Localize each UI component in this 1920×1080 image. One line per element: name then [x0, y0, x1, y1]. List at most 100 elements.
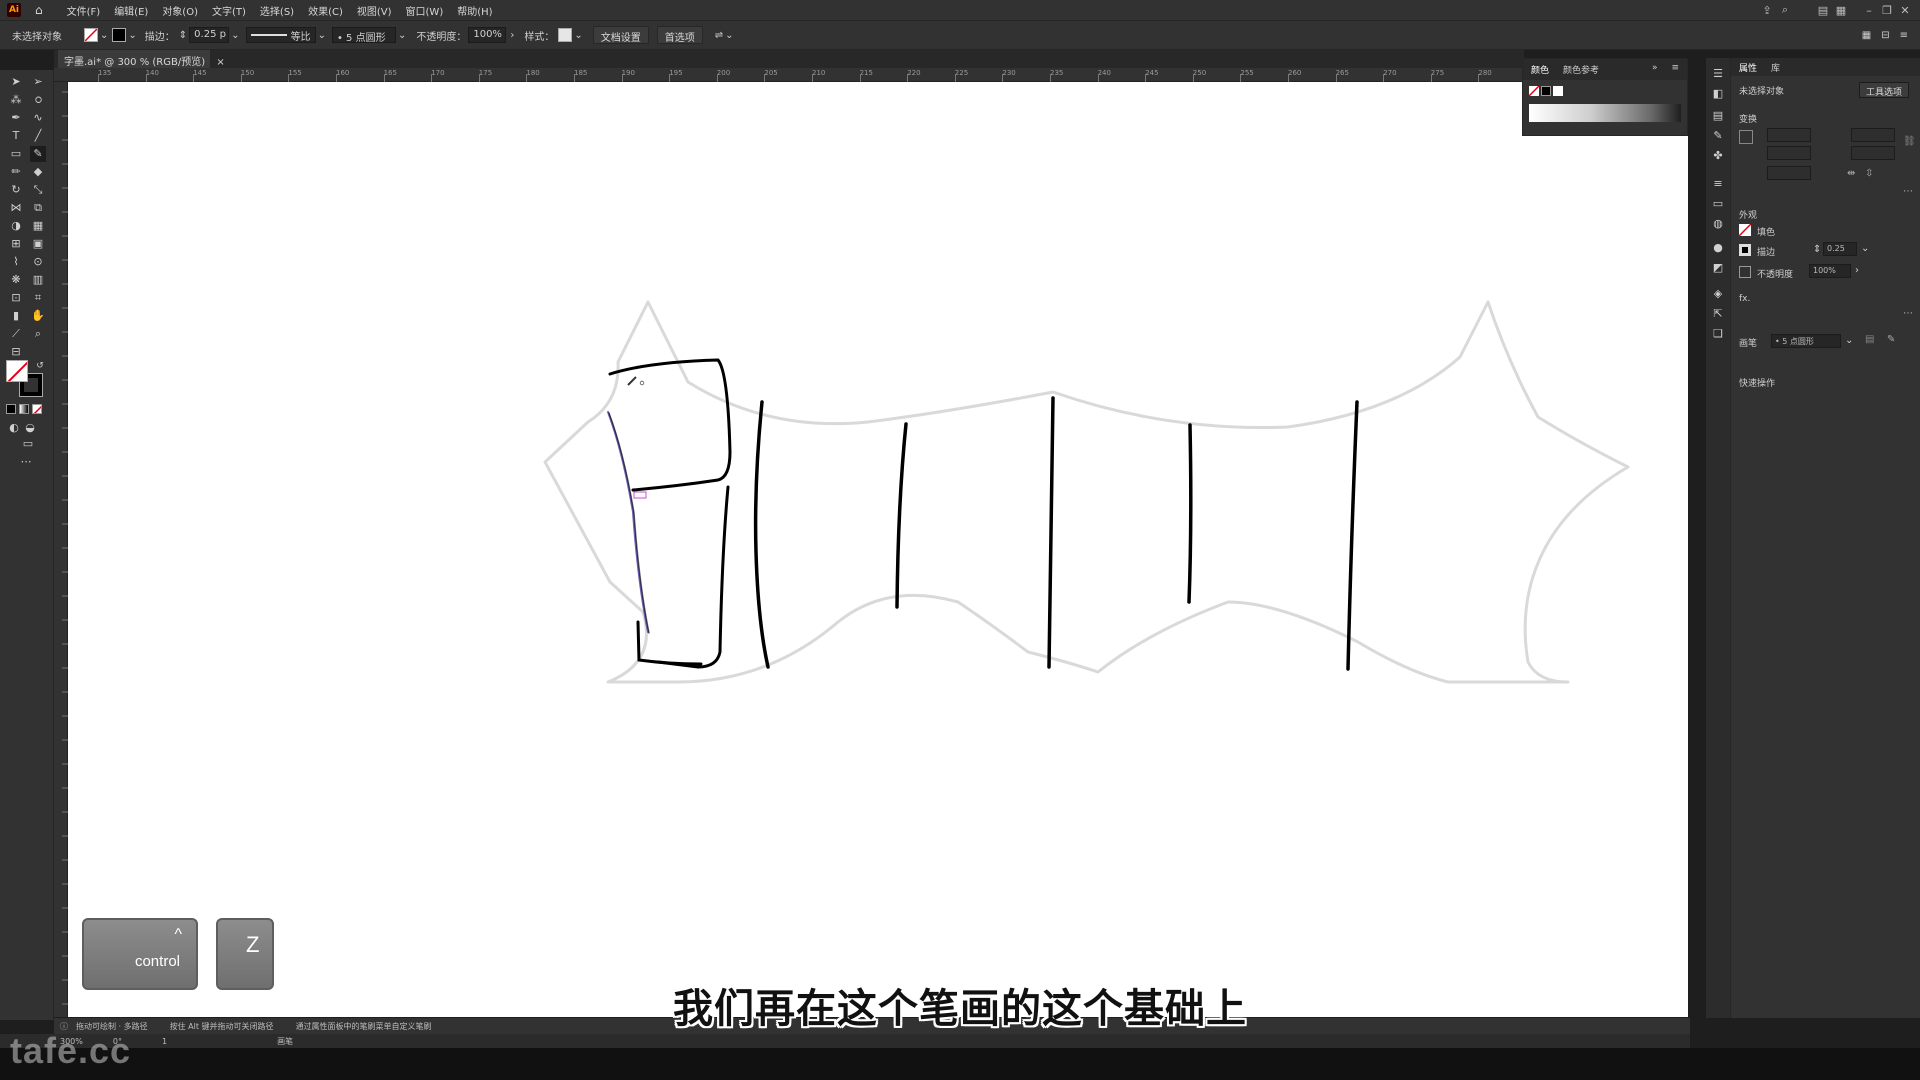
rotate-tool-icon[interactable]: ↻: [8, 182, 24, 198]
line-tool-icon[interactable]: ╱: [30, 128, 46, 144]
more-options-icon[interactable]: ⋯: [1903, 308, 1913, 319]
chevron-down-icon[interactable]: ⌄: [100, 30, 108, 41]
menu-select[interactable]: 选择(S): [260, 3, 294, 18]
chevron-right-icon[interactable]: ›: [1855, 265, 1859, 276]
eyedropper-tool-icon[interactable]: ⌇: [8, 254, 24, 270]
brush-options-icon[interactable]: ✎: [1887, 334, 1895, 345]
brushes-icon[interactable]: ✎: [1710, 128, 1726, 144]
symbols-icon[interactable]: ✤: [1710, 148, 1726, 164]
chevron-down-icon[interactable]: ⌄: [128, 30, 136, 41]
magic-wand-tool-icon[interactable]: ⁂: [8, 92, 24, 108]
hand-tool-icon[interactable]: ✋: [30, 308, 46, 324]
tab-properties[interactable]: 属性: [1739, 61, 1757, 74]
panel-toggle-icon[interactable]: ▦: [1862, 30, 1871, 41]
mesh-tool-icon[interactable]: ⊞: [8, 236, 24, 252]
x-field[interactable]: [1767, 128, 1811, 142]
more-options-icon[interactable]: ⋯: [1903, 186, 1913, 197]
arrange-documents-icon[interactable]: ⇌: [715, 30, 723, 41]
document-setup-button[interactable]: 文档设置: [592, 26, 649, 44]
workspace-icon[interactable]: ▦: [1832, 4, 1850, 17]
opacity-icon[interactable]: [1739, 266, 1751, 278]
grayscale-ramp[interactable]: [1529, 104, 1681, 122]
chevron-down-icon[interactable]: ⌄: [1861, 243, 1869, 254]
none-mode-icon[interactable]: [32, 404, 42, 414]
menu-help[interactable]: 帮助(H): [457, 3, 492, 18]
tool-options-button[interactable]: 工具选项: [1859, 82, 1910, 98]
width-tool-icon[interactable]: ⋈: [8, 200, 24, 216]
collapse-icon[interactable]: »: [1652, 63, 1658, 76]
properties-icon[interactable]: ☰: [1710, 66, 1726, 82]
stroke-weight-field[interactable]: 0.25: [1823, 242, 1857, 256]
rotate-field[interactable]: [1767, 166, 1811, 180]
draw-inside-icon[interactable]: ◒: [22, 420, 38, 436]
document-tab[interactable]: 字墨.ai* @ 300 % (RGB/预览) ×: [58, 50, 225, 68]
fill-box[interactable]: [6, 360, 28, 382]
white-swatch[interactable]: [1553, 86, 1563, 96]
share-icon[interactable]: ⇪: [1758, 4, 1776, 17]
black-swatch[interactable]: [1541, 86, 1551, 96]
appearance-icon[interactable]: ●: [1710, 240, 1726, 256]
fill-swatch-icon[interactable]: [1739, 224, 1751, 236]
menu-object[interactable]: 对象(O): [162, 3, 198, 18]
lasso-tool-icon[interactable]: ഠ: [30, 92, 46, 108]
zoom-tool-icon[interactable]: ⌕: [30, 326, 46, 342]
chevron-down-icon[interactable]: ⌄: [574, 30, 582, 41]
artboard-number[interactable]: 1: [162, 1037, 167, 1046]
selection-tool-icon[interactable]: ➤: [8, 74, 24, 90]
menu-effect[interactable]: 效果(C): [308, 3, 343, 18]
free-transform-tool-icon[interactable]: ⧉: [30, 200, 46, 216]
width-field[interactable]: [1851, 128, 1895, 142]
close-tab-icon[interactable]: ×: [216, 57, 224, 68]
blend-tool-icon[interactable]: ⊙: [30, 254, 46, 270]
curvature-tool-icon[interactable]: ∿: [30, 110, 46, 126]
fx-button[interactable]: fx.: [1739, 294, 1750, 304]
close-icon[interactable]: ✕: [1896, 4, 1914, 17]
horizontal-ruler[interactable]: 135 140 145 150 155 160 165 170 175 180 185 190 195 2…: [54, 68, 1524, 82]
gradient-panel-icon[interactable]: ▭: [1710, 196, 1726, 212]
restore-icon[interactable]: ❐: [1878, 4, 1896, 17]
align-tool-icon[interactable]: ⊟: [8, 344, 24, 360]
brush-select[interactable]: • 5 点圆形: [1771, 334, 1841, 348]
flip-horizontal-icon[interactable]: ⇹: [1847, 168, 1855, 179]
column-graph-tool-icon[interactable]: ▥: [30, 272, 46, 288]
preferences-button[interactable]: 首选项: [656, 26, 703, 44]
fill-swatch[interactable]: [84, 28, 98, 42]
chevron-down-icon[interactable]: ⌄: [231, 30, 239, 41]
more-tools-icon[interactable]: ⋯: [18, 454, 34, 470]
chevron-down-icon[interactable]: ⌄: [398, 30, 406, 41]
arrange-icon[interactable]: ▤: [1814, 4, 1832, 17]
brush-library-icon[interactable]: ▤: [1865, 334, 1874, 345]
link-icon[interactable]: ⛓: [1903, 136, 1916, 147]
align-icon[interactable]: ⊟: [1881, 30, 1889, 41]
menu-window[interactable]: 窗口(W): [406, 3, 444, 18]
stroke-profile-select[interactable]: 等比: [245, 27, 316, 43]
menu-edit[interactable]: 编辑(E): [114, 3, 148, 18]
shape-builder-tool-icon[interactable]: ◑: [8, 218, 24, 234]
libraries-icon[interactable]: ◧: [1710, 86, 1726, 102]
color-mode-icon[interactable]: [6, 404, 16, 414]
draw-mode-icon[interactable]: ◐: [6, 420, 22, 436]
gradient-tool-icon[interactable]: ▣: [30, 236, 46, 252]
slice-tool-icon[interactable]: ⌗: [30, 290, 46, 306]
transparency-icon[interactable]: ◍: [1710, 216, 1726, 232]
menu-view[interactable]: 视图(V): [357, 3, 392, 18]
vertical-ruler[interactable]: [54, 82, 68, 1017]
artboard-canvas[interactable]: [68, 82, 1688, 1017]
chevron-down-icon[interactable]: ⌄: [725, 30, 733, 41]
opacity-field[interactable]: 100%: [1809, 264, 1851, 278]
symbol-sprayer-tool-icon[interactable]: ❋: [8, 272, 24, 288]
pen-tool-icon[interactable]: ✒: [8, 110, 24, 126]
layers-icon[interactable]: ◈: [1710, 286, 1726, 302]
menu-file[interactable]: 文件(F): [67, 3, 101, 18]
reference-point-icon[interactable]: [1739, 130, 1753, 144]
search-icon[interactable]: ⌕: [1776, 3, 1794, 17]
scale-tool-icon[interactable]: ⤡: [30, 182, 46, 198]
stroke-weight-field[interactable]: 0.25 p: [189, 27, 230, 43]
chevron-right-icon[interactable]: ›: [510, 30, 514, 41]
tab-libraries[interactable]: 库: [1771, 61, 1780, 74]
panel-menu-icon[interactable]: ≡: [1671, 63, 1679, 76]
tab-color[interactable]: 颜色: [1531, 63, 1549, 76]
eyedropper-icon[interactable]: ⟋: [8, 326, 24, 342]
rectangle-tool-icon[interactable]: ▭: [8, 146, 24, 162]
stepper-icon[interactable]: ⇕: [1813, 244, 1821, 255]
